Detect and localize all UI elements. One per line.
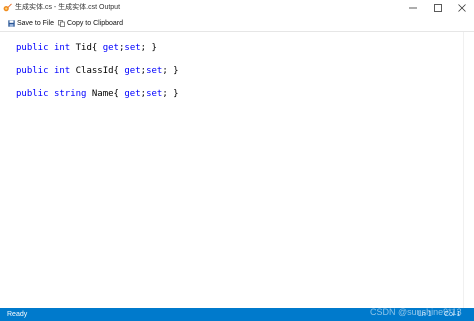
toolbar: Save to File Copy to Clipboard bbox=[0, 16, 474, 31]
code-line: public int ClassId{ get;set; } bbox=[16, 65, 179, 77]
code-output-editor[interactable]: public int Tid{ get;set; } public int Cl… bbox=[0, 32, 463, 308]
code-text: ClassId{ bbox=[70, 66, 125, 76]
code-keyword: int bbox=[53, 43, 71, 53]
copy-to-clipboard-label: Copy to Clipboard bbox=[67, 20, 124, 27]
title-bar: 生成实体.cs - 生成实体.cst Output bbox=[0, 0, 474, 16]
codesmith-flame-icon bbox=[3, 3, 12, 12]
minimize-button[interactable] bbox=[401, 0, 425, 16]
minimize-icon bbox=[409, 7, 417, 9]
code-keyword: get bbox=[102, 43, 119, 53]
code-text: Tid{ bbox=[70, 43, 103, 53]
code-keyword: public bbox=[16, 43, 49, 53]
code-text: ; } bbox=[162, 89, 179, 99]
code-line: public string Name{ get;set; } bbox=[16, 88, 179, 100]
save-to-file-button[interactable]: Save to File bbox=[8, 18, 54, 29]
copy-icon bbox=[58, 20, 65, 27]
code-keyword: get bbox=[124, 66, 141, 76]
copy-to-clipboard-button[interactable]: Copy to Clipboard bbox=[58, 18, 123, 29]
status-text: Ready bbox=[7, 311, 28, 318]
save-to-file-label: Save to File bbox=[17, 20, 54, 27]
close-button[interactable] bbox=[450, 0, 474, 16]
window-title: 生成实体.cs - 生成实体.cst Output bbox=[15, 4, 121, 11]
scrollbar-thumb[interactable] bbox=[467, 36, 471, 304]
code-text: ; } bbox=[162, 66, 179, 76]
code-text: ; } bbox=[140, 43, 157, 53]
code-keyword: get bbox=[124, 89, 141, 99]
code-keyword: set bbox=[124, 43, 141, 53]
code-keyword: string bbox=[53, 89, 87, 99]
code-text: Name{ bbox=[86, 89, 125, 99]
code-keyword: int bbox=[53, 66, 71, 76]
code-line: public int Tid{ get;set; } bbox=[16, 42, 157, 54]
code-keyword: set bbox=[146, 66, 163, 76]
code-keyword: public bbox=[16, 89, 49, 99]
maximize-icon bbox=[434, 4, 442, 12]
code-keyword: public bbox=[16, 66, 49, 76]
close-icon bbox=[458, 4, 466, 12]
watermark: CSDN @sunshine9*13 bbox=[370, 307, 462, 317]
vertical-scrollbar[interactable] bbox=[463, 32, 474, 308]
floppy-disk-icon bbox=[8, 20, 15, 27]
maximize-button[interactable] bbox=[426, 0, 450, 16]
code-keyword: set bbox=[146, 89, 163, 99]
